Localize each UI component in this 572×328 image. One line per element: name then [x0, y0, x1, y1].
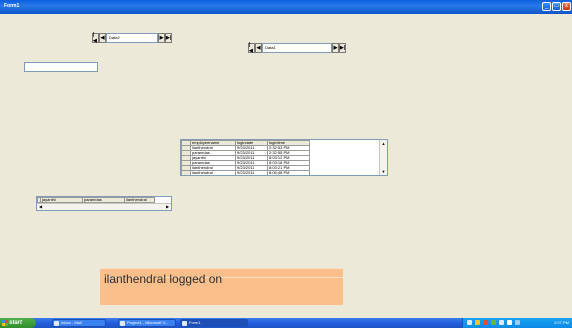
language-icon[interactable]: [499, 320, 504, 325]
windows-logo-icon: [2, 320, 8, 326]
vb-project-icon: [120, 321, 125, 326]
data2-caption: Data2: [106, 32, 158, 43]
start-button[interactable]: start: [0, 318, 36, 328]
minimize-button[interactable]: _: [542, 2, 551, 11]
taskbar-item-project[interactable]: Project1 - Microsoft V...: [118, 319, 176, 327]
taskbar-item-label: Form1: [189, 320, 201, 325]
grid-header-row: jayanthi paramdas ilanthendral: [37, 197, 155, 203]
taskbar-item-label: Project1 - Microsoft V...: [127, 320, 169, 325]
taskbar: start Inbox - Mail Project1 - Microsoft …: [0, 318, 572, 328]
status-message: ilanthendral logged on: [104, 272, 223, 286]
tray-app-icon[interactable]: [491, 320, 496, 325]
move-prev-button[interactable]: ◀: [255, 42, 262, 53]
cell-logintime[interactable]: 8:05:48 PM: [267, 170, 310, 175]
login-data-grid[interactable]: employeename logindate logintime ilanthe…: [180, 139, 388, 176]
move-last-button[interactable]: ▶|: [165, 32, 172, 43]
table-row[interactable]: ilanthendral 9/23/2011 8:05:48 PM: [181, 170, 310, 175]
form-client-area: |◀ ◀ Data2 ▶ ▶| |◀ ◀ Data1 ▶ ▶| employee…: [4, 14, 568, 318]
volume-icon[interactable]: [475, 320, 480, 325]
row-selector[interactable]: [181, 170, 191, 175]
scroll-right-arrow-icon[interactable]: ▶: [164, 204, 171, 210]
security-icon[interactable]: [483, 320, 488, 325]
window-titlebar[interactable]: Form1 _ □ x: [0, 0, 572, 14]
network-icon[interactable]: [467, 320, 472, 325]
system-tray: 2:07 PM: [462, 318, 572, 328]
data1-caption: Data1: [262, 42, 332, 53]
data2-navigator: |◀ ◀ Data2 ▶ ▶|: [92, 32, 172, 44]
column-header[interactable]: paramdas: [82, 197, 125, 203]
names-data-grid[interactable]: jayanthi paramdas ilanthendral ◀ ▶: [36, 196, 172, 211]
cell-logindate[interactable]: 9/23/2011: [235, 170, 268, 175]
status-panel: ilanthendral logged on: [100, 268, 343, 305]
clock[interactable]: 2:07 PM: [554, 318, 569, 328]
vertical-scrollbar[interactable]: ▲ ▼: [379, 140, 387, 175]
text-input[interactable]: [24, 62, 98, 72]
column-header[interactable]: ilanthendral: [124, 197, 155, 203]
column-header[interactable]: jayanthi: [40, 197, 83, 203]
move-first-button[interactable]: |◀: [92, 32, 99, 44]
move-last-button[interactable]: ▶|: [339, 42, 346, 53]
taskbar-item-form1[interactable]: Form1: [180, 319, 248, 327]
cell-employeename[interactable]: ilanthendral: [190, 170, 236, 175]
window-title: Form1: [4, 3, 20, 9]
horizontal-scrollbar[interactable]: ◀ ▶: [37, 203, 171, 210]
start-label: start: [9, 320, 23, 326]
taskbar-item-label: Inbox - Mail: [61, 320, 82, 325]
form-icon: [182, 321, 187, 326]
data1-navigator: |◀ ◀ Data1 ▶ ▶|: [248, 42, 346, 54]
move-prev-button[interactable]: ◀: [99, 32, 106, 43]
scroll-up-arrow-icon[interactable]: ▲: [380, 140, 387, 147]
tray-info-icon[interactable]: [507, 320, 512, 325]
move-first-button[interactable]: |◀: [248, 42, 255, 54]
taskbar-item-mail[interactable]: Inbox - Mail: [52, 319, 106, 327]
close-button[interactable]: x: [562, 2, 571, 11]
tray-misc-icon[interactable]: [515, 320, 520, 325]
mail-icon: [54, 321, 59, 326]
scroll-left-arrow-icon[interactable]: ◀: [37, 204, 44, 210]
maximize-button[interactable]: □: [552, 2, 561, 11]
move-next-button[interactable]: ▶: [158, 32, 165, 43]
move-next-button[interactable]: ▶: [332, 42, 339, 53]
scroll-down-arrow-icon[interactable]: ▼: [380, 168, 387, 175]
